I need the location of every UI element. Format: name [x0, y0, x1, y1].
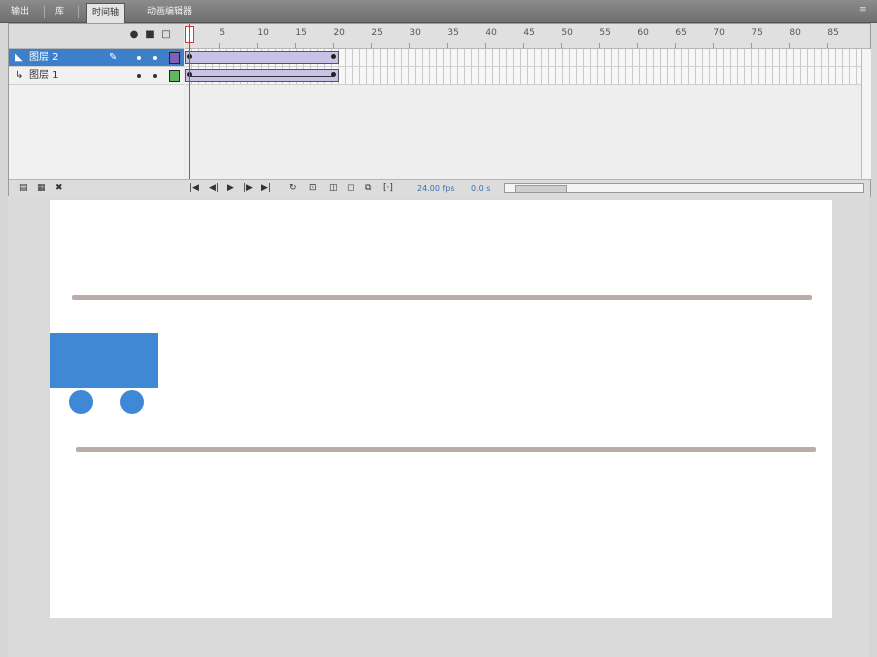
frame-number-label: 80	[789, 28, 801, 38]
frame-tick	[713, 43, 715, 48]
edit-multiple-frames-icon[interactable]: ⧉	[365, 183, 371, 194]
layer-list: ◣ 图层 2 ✎ ↳ 图层 1	[9, 49, 184, 179]
frame-tick	[523, 43, 525, 48]
frame-number-label: 10	[257, 28, 269, 38]
last-frame-icon[interactable]: ▶|	[261, 183, 271, 194]
visibility-dot[interactable]	[137, 56, 141, 60]
step-back-icon[interactable]: ◀|	[209, 183, 219, 194]
play-icon[interactable]: ▶	[227, 183, 234, 194]
frame-number-label: 5	[219, 28, 226, 38]
frame-number-label: 25	[371, 28, 383, 38]
frame-number-label: 50	[561, 28, 573, 38]
motion-guide-icon: ◣	[15, 52, 23, 63]
layer-row-2[interactable]: ◣ 图层 2 ✎	[9, 49, 184, 67]
frame-tick	[637, 43, 639, 48]
onion-skin-icon[interactable]: ◫	[329, 183, 338, 194]
new-layer-icon[interactable]: ▤	[19, 183, 28, 194]
frame-tick	[561, 43, 563, 48]
step-forward-icon[interactable]: |▶	[243, 183, 253, 194]
stage[interactable]	[50, 200, 832, 618]
frame-tick	[485, 43, 487, 48]
frame-row[interactable]	[185, 67, 870, 85]
layer-color-swatch[interactable]	[169, 70, 180, 82]
lower-track-line[interactable]	[76, 447, 816, 452]
layer-name: 图层 1	[29, 70, 59, 81]
playhead[interactable]	[189, 24, 190, 179]
frame-number-label: 70	[713, 28, 725, 38]
time-readout[interactable]: 0.0 s	[471, 183, 490, 194]
tab-separator	[78, 6, 79, 18]
vertical-scrollbar[interactable]	[861, 49, 871, 179]
delete-icon[interactable]: ✖	[55, 183, 63, 194]
keyframe[interactable]	[331, 72, 336, 77]
tween-span[interactable]	[185, 51, 339, 64]
layer-color-swatch[interactable]	[169, 52, 180, 64]
frame-number-label: 55	[599, 28, 611, 38]
lock-dot[interactable]	[153, 74, 157, 78]
frame-number-label: 30	[409, 28, 421, 38]
tab-library[interactable]: 库	[50, 4, 69, 21]
center-frame-icon[interactable]: ⊡	[309, 183, 317, 194]
frame-tick	[599, 43, 601, 48]
tab-output[interactable]: 输出	[6, 4, 34, 21]
frame-grid[interactable]	[185, 49, 870, 179]
motion-tween-span[interactable]	[185, 69, 339, 82]
layer-name: 图层 2	[29, 52, 59, 63]
frame-tick	[789, 43, 791, 48]
scrollbar-thumb[interactable]	[515, 185, 567, 193]
panel-tab-bar: 输出 库 时间轴 动画编辑器 ≡	[0, 0, 877, 23]
frame-number-label: 40	[485, 28, 497, 38]
guided-layer-icon: ↳	[15, 70, 24, 81]
frame-number-label: 20	[333, 28, 345, 38]
frame-tick	[447, 43, 449, 48]
outline-icon[interactable]: □	[160, 29, 172, 41]
horizontal-scrollbar[interactable]	[504, 183, 864, 193]
new-folder-icon[interactable]: ▦	[37, 183, 46, 194]
frame-number-label: 15	[295, 28, 307, 38]
lock-icon[interactable]: ■	[144, 29, 156, 41]
visibility-dot[interactable]	[137, 74, 141, 78]
keyframe[interactable]	[331, 54, 336, 59]
frame-tick	[409, 43, 411, 48]
frame-number-label: 85	[827, 28, 839, 38]
pasteboard	[8, 196, 869, 657]
layer-row-1[interactable]: ↳ 图层 1	[9, 67, 184, 85]
eye-icon[interactable]: ●	[128, 29, 140, 41]
loop-icon[interactable]: ↻	[289, 183, 297, 194]
cart-wheel-left[interactable]	[69, 390, 93, 414]
cart-wheel-right[interactable]	[120, 390, 144, 414]
onion-outline-icon[interactable]: ◻	[347, 183, 354, 194]
frame-tick	[827, 43, 829, 48]
tab-timeline[interactable]: 时间轴	[86, 3, 126, 23]
frame-number-label: 35	[447, 28, 459, 38]
frame-tick	[751, 43, 753, 48]
frame-tick	[295, 43, 297, 48]
layer-header: ● ■ □	[9, 24, 184, 49]
first-frame-icon[interactable]: |◀	[189, 183, 199, 194]
lock-dot[interactable]	[153, 56, 157, 60]
fps-readout[interactable]: 24.00 fps	[417, 183, 455, 194]
pencil-icon: ✎	[109, 52, 118, 63]
timeline-footer: ▤ ▦ ✖ |◀ ◀| ▶ |▶ ▶| ↻ ⊡ ◫ ◻ ⧉ [·] 24.00 …	[9, 179, 870, 197]
frame-number-label: 60	[637, 28, 649, 38]
tab-motion-editor[interactable]: 动画编辑器	[142, 4, 197, 21]
frame-number-label: 75	[751, 28, 763, 38]
cart-body[interactable]	[50, 333, 158, 388]
frame-tick	[371, 43, 373, 48]
frame-row[interactable]	[185, 49, 870, 67]
frame-tick	[219, 43, 221, 48]
frame-tick	[257, 43, 259, 48]
modify-markers-icon[interactable]: [·]	[383, 183, 393, 194]
frame-ruler[interactable]: 1510152025303540455055606570758085	[185, 24, 870, 49]
frame-tick	[675, 43, 677, 48]
panel-menu-icon[interactable]: ≡	[859, 5, 869, 15]
tab-separator	[44, 6, 45, 18]
frame-number-label: 65	[675, 28, 687, 38]
timeline-panel: ● ■ □ 1510152025303540455055606570758085…	[8, 23, 871, 197]
upper-track-line[interactable]	[72, 295, 812, 300]
frame-number-label: 45	[523, 28, 535, 38]
frame-tick	[333, 43, 335, 48]
